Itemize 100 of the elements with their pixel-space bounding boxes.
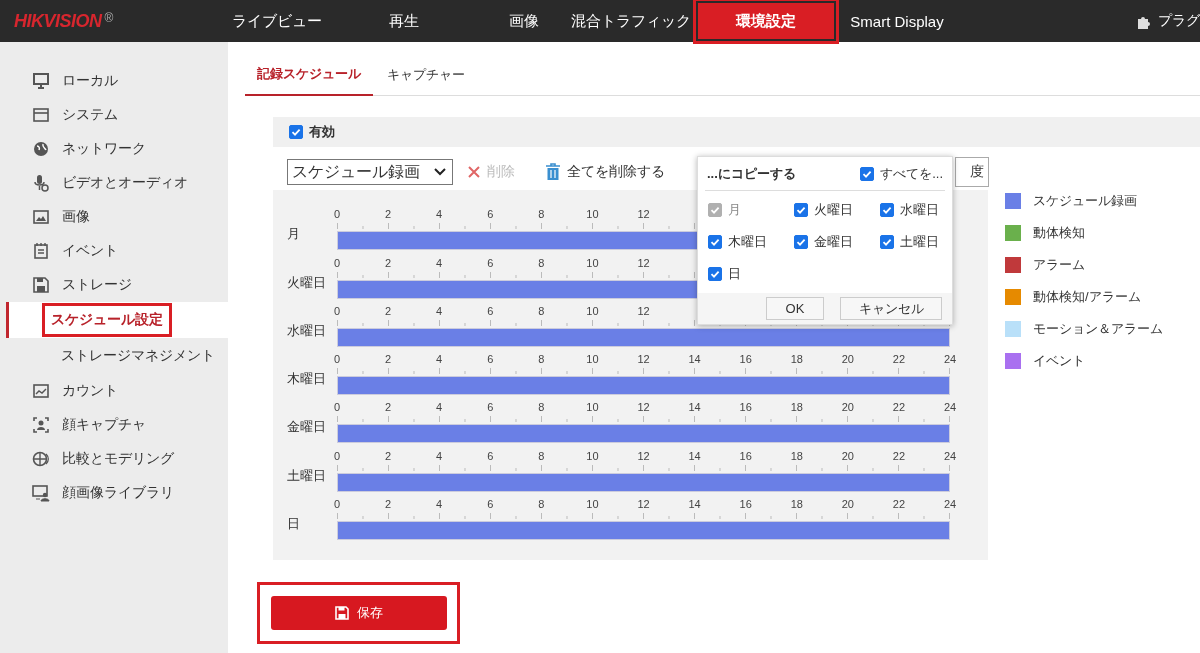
tick-label: 14 bbox=[688, 401, 701, 414]
tick-label: 22 bbox=[892, 353, 906, 366]
nav-tab[interactable]: ライブビュー bbox=[222, 4, 332, 38]
tick-label: 16 bbox=[739, 449, 752, 462]
checkmark-icon bbox=[882, 205, 892, 215]
tick-label: 14 bbox=[688, 498, 701, 511]
tick-label: 2 bbox=[385, 353, 392, 366]
day-label: 木曜日 bbox=[287, 370, 327, 389]
day-label: 月 bbox=[287, 225, 301, 244]
sidebar-subitem[interactable]: スケジュール設定 bbox=[45, 306, 169, 334]
sidebar-item[interactable]: システム bbox=[0, 98, 228, 132]
tick-label: 0 bbox=[333, 401, 341, 414]
sidebar-item[interactable]: 顔キャプチャ bbox=[0, 408, 228, 442]
legend-label: アラーム bbox=[1033, 256, 1085, 274]
schedule-dropdown[interactable]: スケジュール録画 bbox=[287, 159, 453, 185]
checkbox-label: 火曜日 bbox=[814, 201, 853, 219]
globe-icon bbox=[32, 450, 50, 468]
schedule-bar[interactable] bbox=[338, 522, 949, 540]
checkmark-icon bbox=[796, 205, 806, 215]
nav-tab[interactable]: 画像 bbox=[494, 4, 554, 38]
sidebar-item[interactable]: カウント bbox=[0, 374, 228, 408]
day-label: 水曜日 bbox=[287, 321, 327, 340]
schedule-bar[interactable] bbox=[338, 328, 949, 346]
checkbox[interactable] bbox=[880, 203, 894, 217]
checkmark-icon bbox=[796, 237, 806, 247]
close-icon bbox=[467, 165, 481, 179]
schedule-bar[interactable] bbox=[338, 473, 949, 491]
nav-tab[interactable]: 再生 bbox=[368, 4, 440, 38]
tick-label: 12 bbox=[637, 498, 650, 511]
checkbox[interactable] bbox=[794, 235, 808, 249]
tick-label: 22 bbox=[892, 449, 906, 462]
tick-label: 2 bbox=[385, 449, 392, 462]
sidebar-item[interactable]: ビデオとオーディオ bbox=[0, 166, 228, 200]
checkbox[interactable] bbox=[860, 167, 875, 181]
checkbox-label: 日 bbox=[728, 265, 741, 283]
checkbox[interactable] bbox=[708, 235, 722, 249]
tick-label: 20 bbox=[841, 353, 854, 366]
legend-label: 動体検知 bbox=[1033, 224, 1085, 242]
tick-label: 8 bbox=[538, 353, 545, 366]
nav-tab[interactable]: Smart Display bbox=[842, 4, 952, 38]
microphone-icon bbox=[32, 174, 50, 192]
schedule-bar[interactable] bbox=[338, 377, 949, 395]
tick-label: 24 bbox=[943, 401, 957, 414]
sidebar-item[interactable]: ローカル bbox=[0, 64, 228, 98]
tick-label: 2 bbox=[385, 208, 392, 221]
tick-label: 6 bbox=[487, 208, 494, 221]
sidebar-item[interactable]: 顔画像ライブラリ bbox=[0, 476, 228, 510]
logo: HIKVISION $^{®}$ bbox=[13, 10, 114, 32]
tick-label: 12 bbox=[637, 401, 650, 414]
tick-label: 12 bbox=[637, 353, 650, 366]
tick-label: 10 bbox=[586, 498, 599, 511]
tick-label: 8 bbox=[538, 498, 545, 511]
tick-label: 16 bbox=[739, 353, 752, 366]
tick-label: 0 bbox=[333, 498, 341, 511]
legend-label: スケジュール録画 bbox=[1033, 192, 1137, 210]
tick-label: 16 bbox=[739, 401, 752, 414]
checkbox-label: すべてを... bbox=[880, 165, 943, 183]
tick-label: 18 bbox=[790, 498, 803, 511]
tick-label: 20 bbox=[841, 498, 854, 511]
schedule-bar[interactable] bbox=[338, 425, 949, 443]
tick-label: 20 bbox=[841, 449, 854, 462]
checkbox-label: 月 bbox=[728, 201, 741, 219]
tick-label: 8 bbox=[538, 304, 545, 317]
nav-tab[interactable]: 混合トラフィック bbox=[570, 4, 692, 38]
tab[interactable]: キャプチャー bbox=[375, 53, 477, 96]
checkbox[interactable] bbox=[880, 235, 894, 249]
sidebar-item[interactable]: ストレージ bbox=[0, 268, 228, 302]
sidebar-item[interactable]: 画像 bbox=[0, 200, 228, 234]
tick-label: 24 bbox=[943, 353, 957, 366]
tick-label: 6 bbox=[487, 449, 494, 462]
sidebar-item[interactable]: イベント bbox=[0, 234, 228, 268]
ok-button[interactable]: OK bbox=[766, 297, 824, 320]
plugin-link[interactable]: プラグ bbox=[1158, 12, 1200, 30]
checkbox[interactable] bbox=[794, 203, 808, 217]
checkbox[interactable] bbox=[289, 125, 303, 139]
checkbox-label: 水曜日 bbox=[900, 201, 939, 219]
sidebar-subitem[interactable]: ストレージマネジメント bbox=[55, 342, 221, 370]
tick-label: 24 bbox=[943, 449, 957, 462]
checkmark-icon bbox=[710, 237, 720, 247]
checkbox-label: 土曜日 bbox=[900, 233, 939, 251]
face-frame-icon bbox=[32, 416, 50, 434]
calendar-icon bbox=[32, 242, 50, 260]
save-button[interactable]: 保存 bbox=[270, 596, 447, 630]
window-icon bbox=[32, 106, 50, 124]
monitor-person-icon bbox=[32, 484, 50, 502]
sidebar-item[interactable]: ネットワーク bbox=[0, 132, 228, 166]
delete-all-button[interactable]: 全てを削除する bbox=[545, 163, 665, 181]
cancel-button[interactable]: キャンセル bbox=[840, 297, 942, 320]
legend-label: モーション＆アラーム bbox=[1033, 320, 1163, 338]
sidebar-item[interactable]: 比較とモデリング bbox=[0, 442, 228, 476]
tick-label: 14 bbox=[688, 449, 701, 462]
checkbox[interactable] bbox=[708, 267, 722, 281]
copy-button[interactable]: 度 bbox=[955, 157, 989, 187]
checkmark-icon bbox=[291, 127, 301, 137]
tab[interactable]: 記録スケジュール bbox=[245, 53, 373, 96]
tick-label: 6 bbox=[487, 498, 494, 511]
tick-label: 10 bbox=[586, 449, 599, 462]
checkbox-label: 金曜日 bbox=[814, 233, 853, 251]
tick-label: 10 bbox=[586, 208, 599, 221]
tick-label: 4 bbox=[436, 498, 443, 511]
